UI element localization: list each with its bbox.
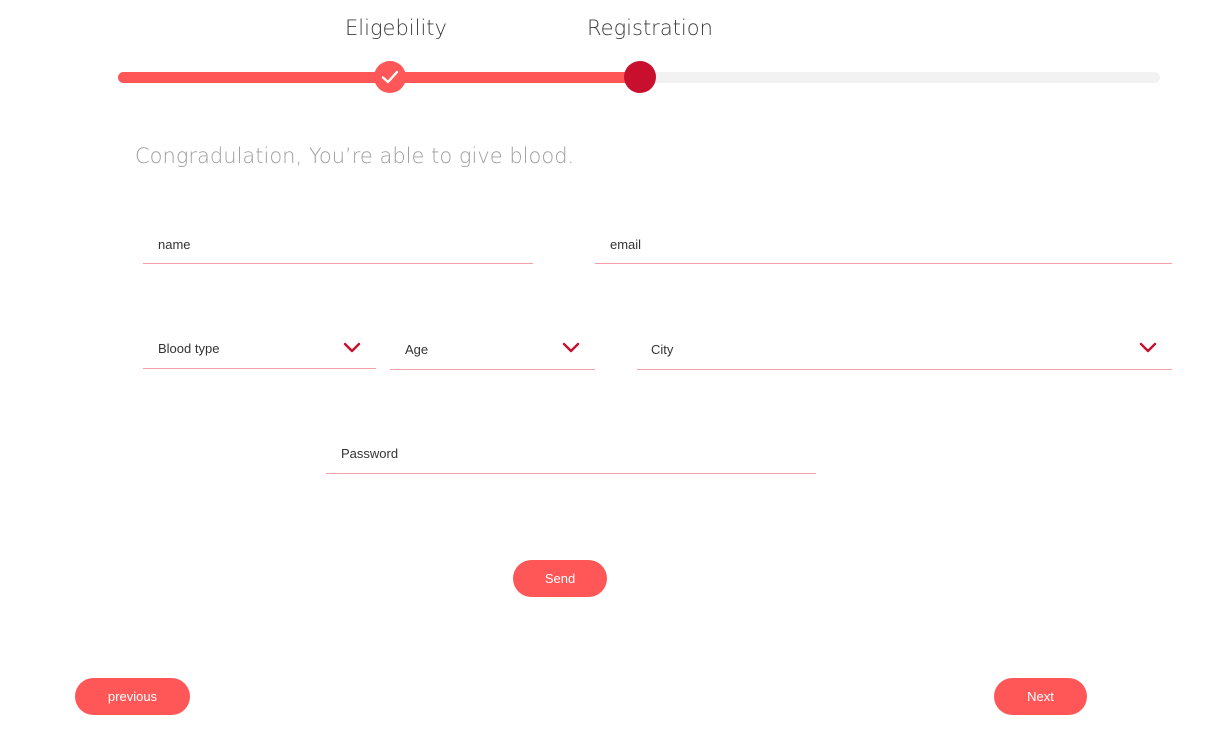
step-label-registration: Registration <box>587 16 713 40</box>
password-field[interactable]: Password <box>326 436 816 474</box>
chevron-down-icon[interactable] <box>1139 342 1157 354</box>
email-field[interactable]: email <box>595 226 1172 264</box>
step-registration-current[interactable] <box>624 61 656 93</box>
age-select[interactable]: Age <box>390 330 595 370</box>
name-placeholder: name <box>158 237 191 252</box>
city-placeholder: City <box>651 342 674 357</box>
check-icon <box>381 70 399 84</box>
previous-button[interactable]: previous <box>75 678 190 715</box>
chevron-down-icon[interactable] <box>343 342 361 354</box>
send-button[interactable]: Send <box>513 560 607 597</box>
name-field[interactable]: name <box>143 226 533 264</box>
age-placeholder: Age <box>405 342 429 357</box>
chevron-down-icon[interactable] <box>562 342 580 354</box>
step-eligibility-completed[interactable] <box>374 61 406 93</box>
blood-type-select[interactable]: Blood type <box>143 330 376 369</box>
blood-type-placeholder: Blood type <box>158 341 220 356</box>
email-placeholder: email <box>610 237 642 252</box>
password-placeholder: Password <box>341 446 399 461</box>
city-select[interactable]: City <box>637 330 1172 370</box>
step-label-eligibility: Eligebility <box>345 16 447 40</box>
eligibility-message: Congradulation, You’re able to give bloo… <box>135 144 575 168</box>
next-button[interactable]: Next <box>994 678 1087 715</box>
